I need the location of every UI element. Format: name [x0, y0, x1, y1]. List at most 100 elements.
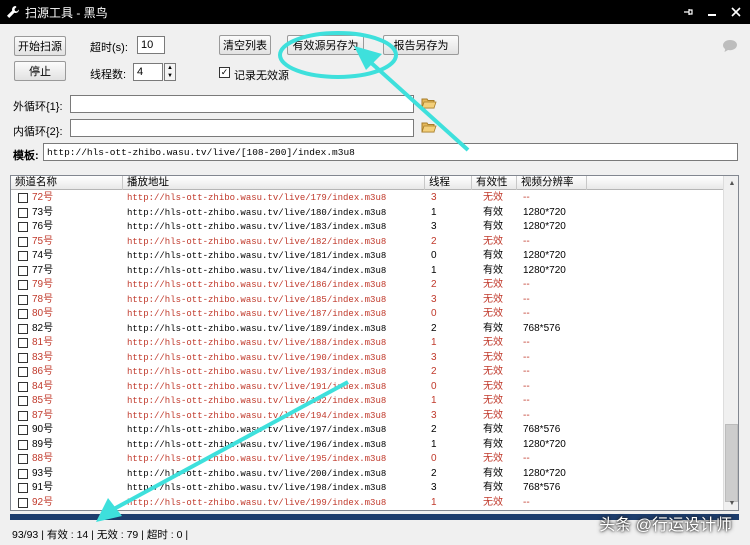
table-row[interactable]: 84号 http://hls-ott-zhibo.wasu.tv/live/191… — [11, 380, 723, 395]
timeout-label: 超时(s): — [90, 42, 128, 54]
minimize-icon[interactable] — [700, 2, 724, 22]
table-row[interactable]: 90号 http://hls-ott-zhibo.wasu.tv/live/197… — [11, 423, 723, 438]
spin-down-icon[interactable]: ▼ — [165, 72, 175, 80]
table-row[interactable]: 83号 http://hls-ott-zhibo.wasu.tv/live/190… — [11, 351, 723, 366]
row-checkbox[interactable] — [18, 222, 28, 232]
header-play-url[interactable]: 播放地址 — [123, 176, 425, 190]
validity-cell: 无效 — [483, 351, 503, 363]
channel-name-cell: 75号 — [32, 235, 54, 247]
row-checkbox[interactable] — [18, 439, 28, 450]
stop-button[interactable]: 停止 — [14, 61, 66, 81]
channel-name-cell: 89号 — [32, 438, 54, 450]
scroll-down-icon[interactable]: ▼ — [724, 496, 738, 510]
outer-loop-input[interactable] — [70, 95, 414, 113]
row-checkbox[interactable] — [18, 396, 28, 406]
row-checkbox[interactable] — [18, 265, 28, 276]
row-checkbox[interactable] — [18, 367, 28, 377]
table-row[interactable]: 88号 http://hls-ott-zhibo.wasu.tv/live/195… — [11, 452, 723, 467]
table-row[interactable]: 77号 http://hls-ott-zhibo.wasu.tv/live/184… — [11, 264, 723, 279]
record-invalid-checkbox[interactable]: ✓ — [219, 67, 230, 78]
row-checkbox[interactable] — [18, 236, 28, 247]
row-checkbox[interactable] — [18, 410, 28, 421]
resolution-cell: -- — [523, 395, 530, 406]
threads-spinner[interactable]: ▲ ▼ — [164, 63, 176, 81]
threads-input[interactable]: 4 — [133, 63, 163, 81]
close-icon[interactable] — [724, 2, 748, 22]
row-checkbox[interactable] — [18, 280, 28, 290]
row-checkbox[interactable] — [18, 323, 28, 334]
table-row[interactable]: 79号 http://hls-ott-zhibo.wasu.tv/live/186… — [11, 278, 723, 293]
thread-cell: 3 — [431, 351, 437, 363]
clear-list-button[interactable]: 清空列表 — [219, 35, 271, 55]
channel-name-cell: 82号 — [32, 322, 54, 334]
channel-name-cell: 83号 — [32, 351, 54, 363]
table-row[interactable]: 75号 http://hls-ott-zhibo.wasu.tv/live/182… — [11, 235, 723, 250]
save-report-button[interactable]: 报告另存为 — [383, 35, 459, 55]
thread-cell: 2 — [431, 279, 437, 290]
header-resolution[interactable]: 视频分辨率 — [517, 176, 587, 190]
chat-bubble-icon[interactable] — [722, 39, 738, 53]
row-checkbox[interactable] — [18, 309, 28, 319]
table-row[interactable]: 89号 http://hls-ott-zhibo.wasu.tv/live/196… — [11, 438, 723, 453]
scroll-up-icon[interactable]: ▲ — [724, 176, 738, 190]
table-row[interactable]: 92号 http://hls-ott-zhibo.wasu.tv/live/199… — [11, 496, 723, 511]
folder-icon[interactable] — [421, 97, 437, 109]
table-row[interactable]: 76号 http://hls-ott-zhibo.wasu.tv/live/183… — [11, 220, 723, 235]
start-scan-button[interactable]: 开始扫源 — [14, 36, 66, 56]
row-checkbox[interactable] — [18, 468, 28, 479]
row-checkbox[interactable] — [18, 483, 28, 493]
row-checkbox[interactable] — [18, 338, 28, 348]
thread-cell: 2 — [431, 467, 437, 479]
table-row[interactable]: 74号 http://hls-ott-zhibo.wasu.tv/live/181… — [11, 249, 723, 264]
channel-name-cell: 73号 — [32, 206, 54, 218]
table-row[interactable]: 93号 http://hls-ott-zhibo.wasu.tv/live/200… — [11, 467, 723, 482]
folder-icon[interactable] — [421, 121, 437, 133]
timeout-input[interactable]: 10 — [137, 36, 165, 54]
row-checkbox[interactable] — [18, 294, 28, 305]
channel-list[interactable]: 频道名称 播放地址 线程 有效性 视频分辨率 72号 http://hls-ott… — [10, 175, 739, 511]
play-url-cell: http://hls-ott-zhibo.wasu.tv/live/198/in… — [127, 483, 387, 493]
table-row[interactable]: 91号 http://hls-ott-zhibo.wasu.tv/live/198… — [11, 481, 723, 496]
pin-icon[interactable] — [676, 2, 700, 22]
table-row[interactable]: 86号 http://hls-ott-zhibo.wasu.tv/live/193… — [11, 365, 723, 380]
table-row[interactable]: 87号 http://hls-ott-zhibo.wasu.tv/live/194… — [11, 409, 723, 424]
spin-up-icon[interactable]: ▲ — [165, 64, 175, 72]
play-url-cell: http://hls-ott-zhibo.wasu.tv/live/179/in… — [127, 193, 387, 203]
table-row[interactable]: 73号 http://hls-ott-zhibo.wasu.tv/live/180… — [11, 206, 723, 221]
table-row[interactable]: 80号 http://hls-ott-zhibo.wasu.tv/live/187… — [11, 307, 723, 322]
resolution-cell: -- — [523, 496, 530, 508]
table-row[interactable]: 81号 http://hls-ott-zhibo.wasu.tv/live/188… — [11, 336, 723, 351]
row-checkbox[interactable] — [18, 207, 28, 218]
row-checkbox[interactable] — [18, 425, 28, 435]
row-checkbox[interactable] — [18, 193, 28, 203]
resolution-cell: 1280*720 — [523, 438, 566, 450]
thread-cell: 1 — [431, 395, 437, 406]
channel-name-cell: 87号 — [32, 409, 54, 421]
row-checkbox[interactable] — [18, 352, 28, 363]
scroll-thumb[interactable] — [725, 424, 738, 502]
row-checkbox[interactable] — [18, 381, 28, 392]
save-valid-button[interactable]: 有效源另存为 — [287, 35, 364, 55]
header-thread[interactable]: 线程 — [425, 176, 472, 190]
validity-cell: 有效 — [483, 206, 503, 218]
table-row[interactable]: 82号 http://hls-ott-zhibo.wasu.tv/live/189… — [11, 322, 723, 337]
thread-cell: 1 — [431, 496, 437, 508]
table-row[interactable]: 78号 http://hls-ott-zhibo.wasu.tv/live/185… — [11, 293, 723, 308]
resolution-cell: 768*576 — [523, 482, 561, 493]
row-checkbox[interactable] — [18, 497, 28, 508]
inner-loop-input[interactable] — [70, 119, 414, 137]
row-checkbox[interactable] — [18, 454, 28, 464]
row-checkbox[interactable] — [18, 251, 28, 261]
play-url-cell: http://hls-ott-zhibo.wasu.tv/live/188/in… — [127, 338, 387, 348]
table-row[interactable]: 85号 http://hls-ott-zhibo.wasu.tv/live/192… — [11, 394, 723, 409]
template-label: 模板: — [13, 150, 39, 162]
channel-name-cell: 85号 — [32, 395, 54, 406]
validity-cell: 有效 — [483, 221, 503, 232]
header-validity[interactable]: 有效性 — [472, 176, 517, 190]
resolution-cell: 1280*720 — [523, 221, 566, 232]
header-channel-name[interactable]: 频道名称 — [11, 176, 123, 190]
table-row[interactable]: 72号 http://hls-ott-zhibo.wasu.tv/live/179… — [11, 191, 723, 206]
vertical-scrollbar[interactable]: ▲ ▼ — [723, 176, 738, 510]
validity-cell: 无效 — [483, 496, 503, 508]
template-input[interactable]: http://hls-ott-zhibo.wasu.tv/live/[108-2… — [43, 143, 738, 161]
